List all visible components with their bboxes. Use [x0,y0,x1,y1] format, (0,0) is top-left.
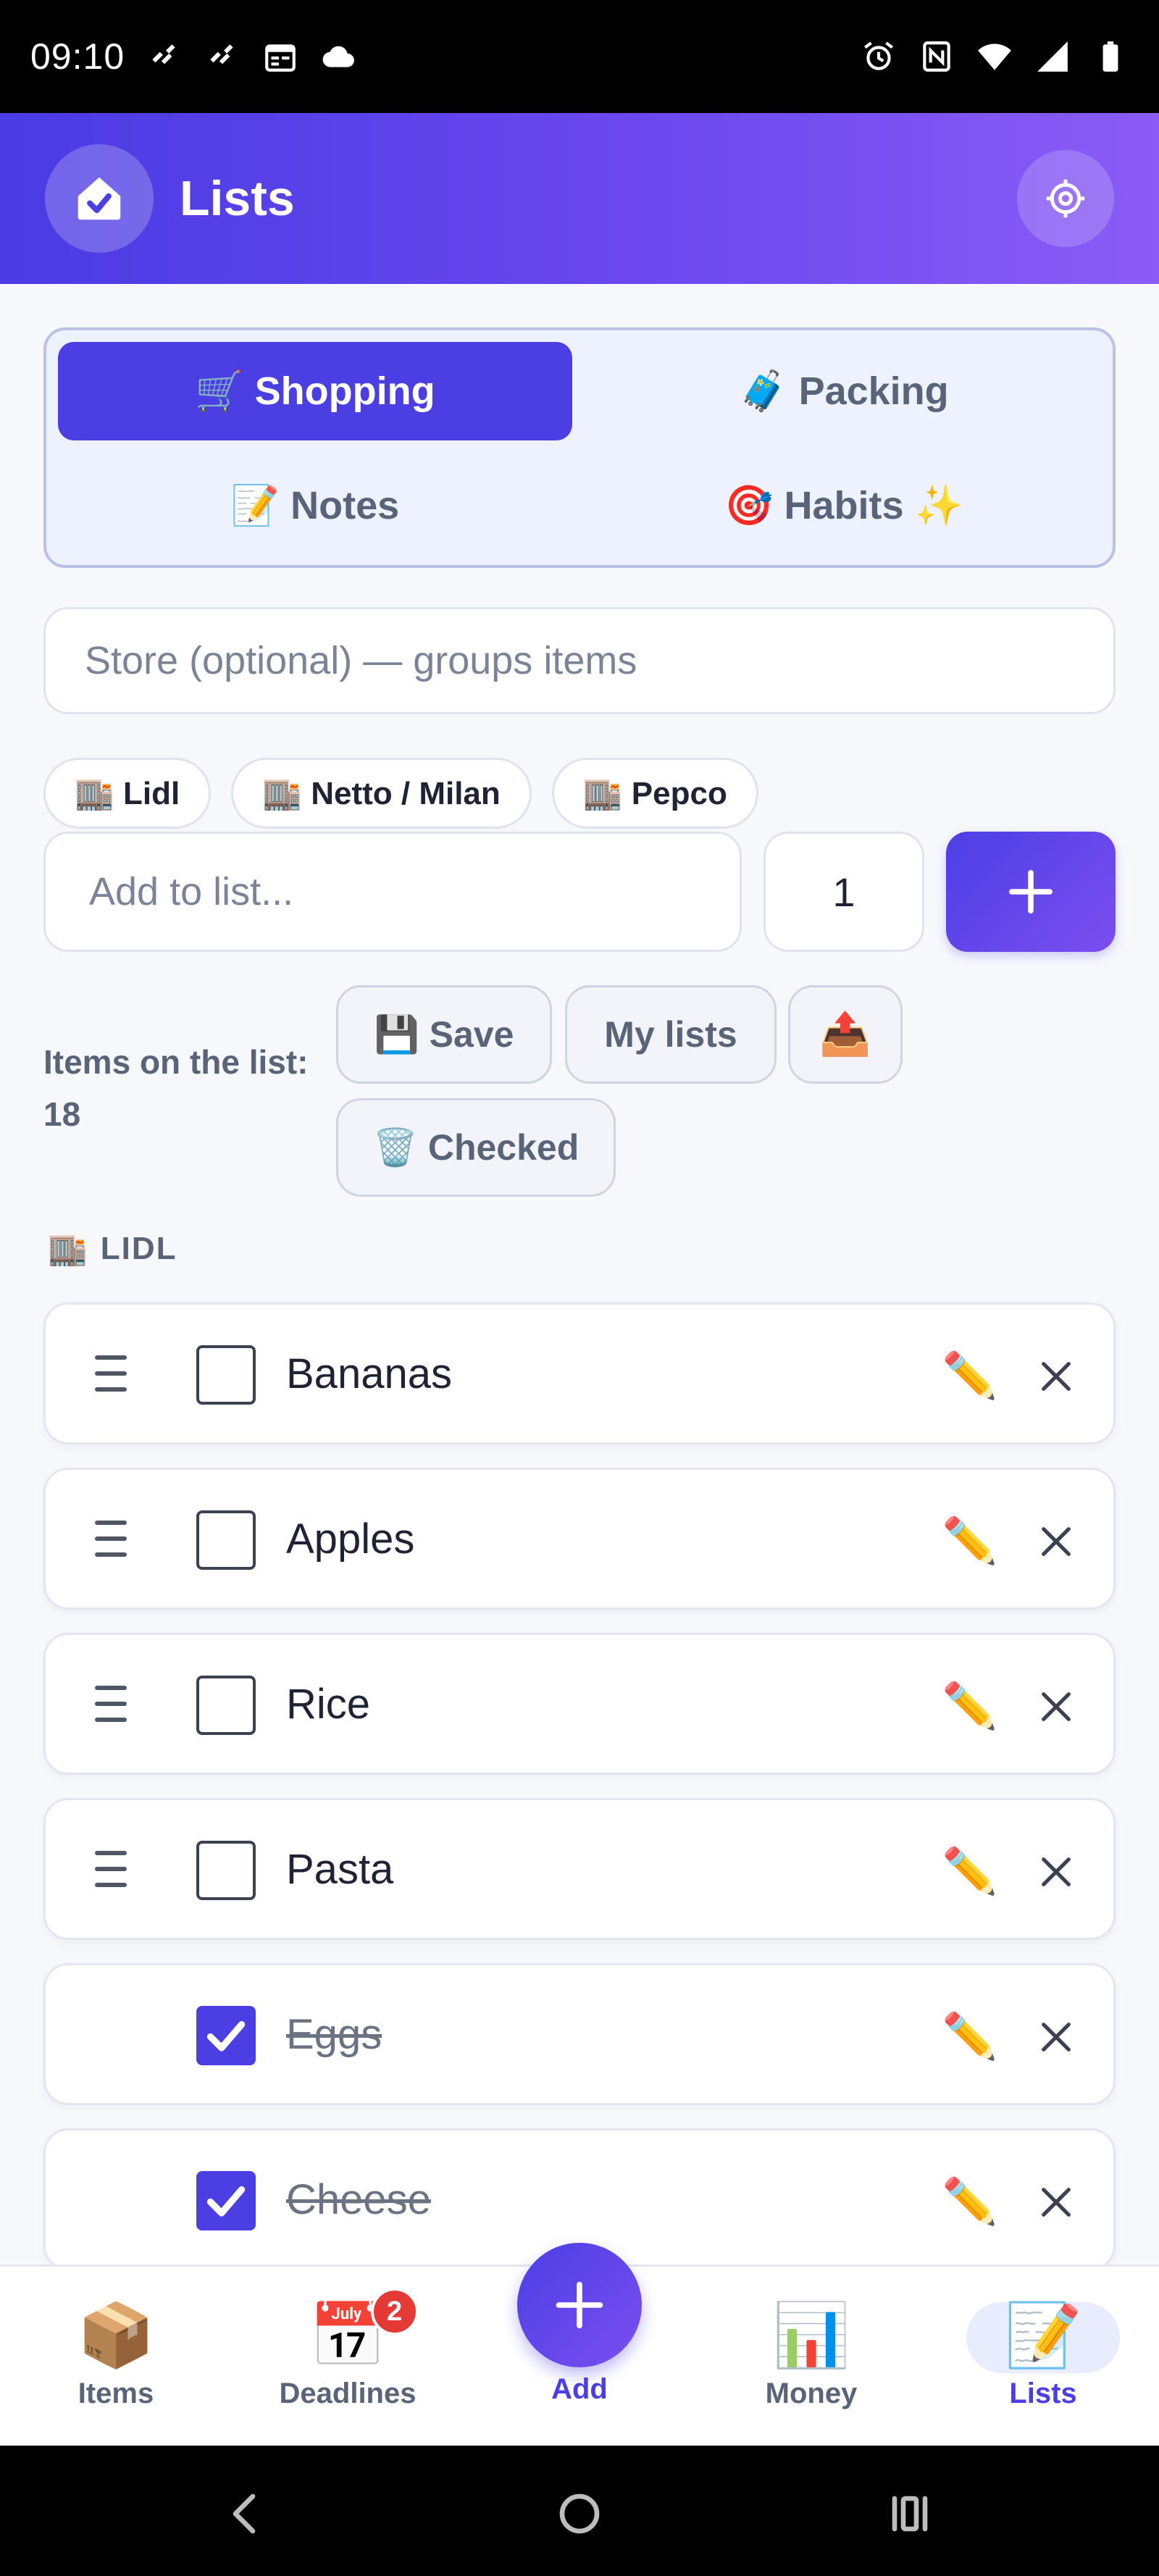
bar-chart-icon: 📊 [772,2300,850,2370]
status-bar: 09:10 [0,0,1159,113]
item-checkbox[interactable] [196,1841,256,1900]
nav-label: Lists [1009,2377,1077,2409]
package-icon: 📦 [77,2300,155,2370]
app-notification-icon [146,38,183,75]
drag-handle-icon[interactable] [95,1686,127,1722]
signal-icon [1034,38,1071,75]
nav-item-money[interactable]: 📊 Money [695,2265,927,2446]
item-checkbox[interactable] [196,1510,256,1570]
plus-icon [1008,869,1053,914]
drag-handle-icon[interactable] [95,1355,127,1392]
list-type-selector: 🛒 Shopping 🧳 Packing 📝 Notes 🎯 Habits ✨ [43,327,1116,568]
system-nav-bar [0,2446,1159,2576]
add-fab-label: Add [551,2373,608,2405]
pencil-icon[interactable]: ✏️ [941,1677,999,1735]
pencil-icon[interactable]: ✏️ [941,1512,999,1570]
status-time: 09:10 [30,36,125,77]
my-lists-button[interactable]: My lists [565,985,777,1084]
pencil-icon[interactable]: ✏️ [941,2007,999,2065]
tab-shopping[interactable]: 🛒 Shopping [58,342,572,440]
quantity-input[interactable]: 1 [763,832,924,952]
items-count: Items on the list: 18 [43,1036,333,1140]
status-right [861,38,1129,75]
tab-packing[interactable]: 🧳 Packing [587,342,1101,440]
home-button[interactable] [45,144,154,253]
app-header: Lists [0,113,1159,284]
settings-button[interactable] [1017,150,1114,247]
add-item-input[interactable]: Add to list... [43,832,742,952]
item-name: Cheese [286,2175,431,2223]
shopping-list: Bananas ✏️ Apples ✏️ Rice ✏️ Pasta ✏️ Eg… [0,1297,1159,2265]
recents-icon[interactable] [881,2485,939,2543]
nav-label: Items [78,2377,154,2409]
close-icon[interactable] [1031,1847,1081,1897]
item-name: Apples [286,1515,415,1563]
gear-icon [1046,179,1085,218]
list-item[interactable]: Pasta ✏️ [43,1798,1116,1940]
items-count-value: 18 [43,1095,81,1133]
store-input[interactable]: Store (optional) — groups items [43,607,1116,714]
store-chips: 🏬 Lidl 🏬 Netto / Milan 🏬 Pepco [43,758,758,829]
home-circle-icon[interactable] [551,2485,608,2543]
store-group-name: LIDL [100,1231,177,1266]
nav-item-lists[interactable]: 📝 Lists [927,2265,1159,2446]
store-group-header: 🏬 LIDL [48,1230,177,1268]
drag-handle-icon[interactable] [95,1851,127,1887]
cloud-icon [320,38,356,75]
memo-icon: 📝 [1004,2300,1082,2370]
add-item-button[interactable] [946,832,1116,952]
nfc-icon [919,38,955,75]
item-name: Bananas [286,1350,452,1397]
pencil-icon[interactable]: ✏️ [941,1842,999,1900]
items-count-label: Items on the list: [43,1043,309,1081]
deadlines-badge: 2 [370,2287,419,2335]
list-item[interactable]: Eggs ✏️ [43,1963,1116,2105]
item-checkbox[interactable] [196,1345,256,1405]
close-icon[interactable] [1031,1516,1081,1567]
list-item[interactable]: Apples ✏️ [43,1468,1116,1610]
tab-habits[interactable]: 🎯 Habits ✨ [587,456,1101,555]
item-checkbox-checked[interactable] [196,2006,256,2065]
save-button[interactable]: 💾 Save [336,985,552,1084]
export-button[interactable]: 📤 [788,985,903,1084]
item-name: Pasta [286,1845,394,1893]
check-icon [206,2020,246,2052]
list-item[interactable]: Bananas ✏️ [43,1302,1116,1444]
list-item[interactable]: Rice ✏️ [43,1633,1116,1775]
pencil-icon[interactable]: ✏️ [941,1347,999,1405]
close-icon[interactable] [1031,2012,1081,2062]
item-checkbox[interactable] [196,1676,256,1735]
store-chip-netto-milan[interactable]: 🏬 Netto / Milan [231,758,532,829]
close-icon[interactable] [1031,1681,1081,1732]
app-notification-icon-2 [204,38,240,75]
close-icon[interactable] [1031,2177,1081,2228]
alarm-icon [861,38,897,75]
item-checkbox-checked[interactable] [196,2171,256,2230]
store-chip-lidl[interactable]: 🏬 Lidl [43,758,212,829]
add-fab-button[interactable] [517,2243,642,2367]
close-icon[interactable] [1031,1351,1081,1402]
plus-icon [556,2281,603,2329]
store-icon: 🏬 [48,1231,89,1267]
calendar-icon: 📅 2 [309,2287,419,2370]
status-left: 09:10 [30,35,356,78]
nav-item-items[interactable]: 📦 Items [0,2265,232,2446]
nav-label: Deadlines [279,2377,417,2409]
back-icon[interactable] [217,2485,275,2543]
home-check-icon [78,177,121,220]
pencil-icon[interactable]: ✏️ [941,2173,999,2230]
page-title: Lists [180,171,295,226]
battery-icon [1092,38,1129,75]
clear-checked-button[interactable]: 🗑️ Checked [336,1098,616,1197]
drag-handle-icon[interactable] [95,1521,127,1557]
item-name: Eggs [286,2010,382,2058]
nav-item-deadlines[interactable]: 📅 2 Deadlines [232,2265,464,2446]
nav-label: Money [765,2377,858,2409]
wifi-icon [976,38,1013,75]
calendar-notification-icon [262,38,298,75]
item-name: Rice [286,1680,371,1728]
store-chip-pepco[interactable]: 🏬 Pepco [551,758,758,829]
tab-notes[interactable]: 📝 Notes [58,456,572,555]
check-icon [206,2186,246,2217]
